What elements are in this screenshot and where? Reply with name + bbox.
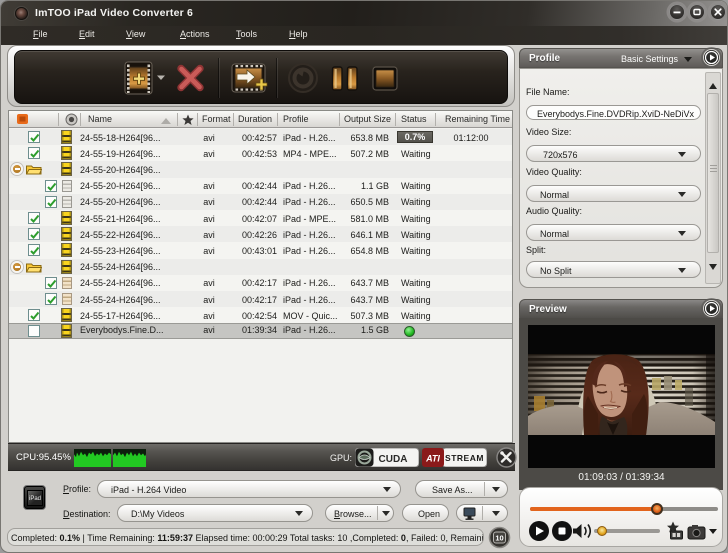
svg-text:ATI: ATI bbox=[425, 454, 440, 464]
svg-text:STREAM: STREAM bbox=[445, 453, 484, 463]
svg-text:CUDA: CUDA bbox=[379, 454, 408, 465]
svg-text:10: 10 bbox=[495, 534, 503, 543]
